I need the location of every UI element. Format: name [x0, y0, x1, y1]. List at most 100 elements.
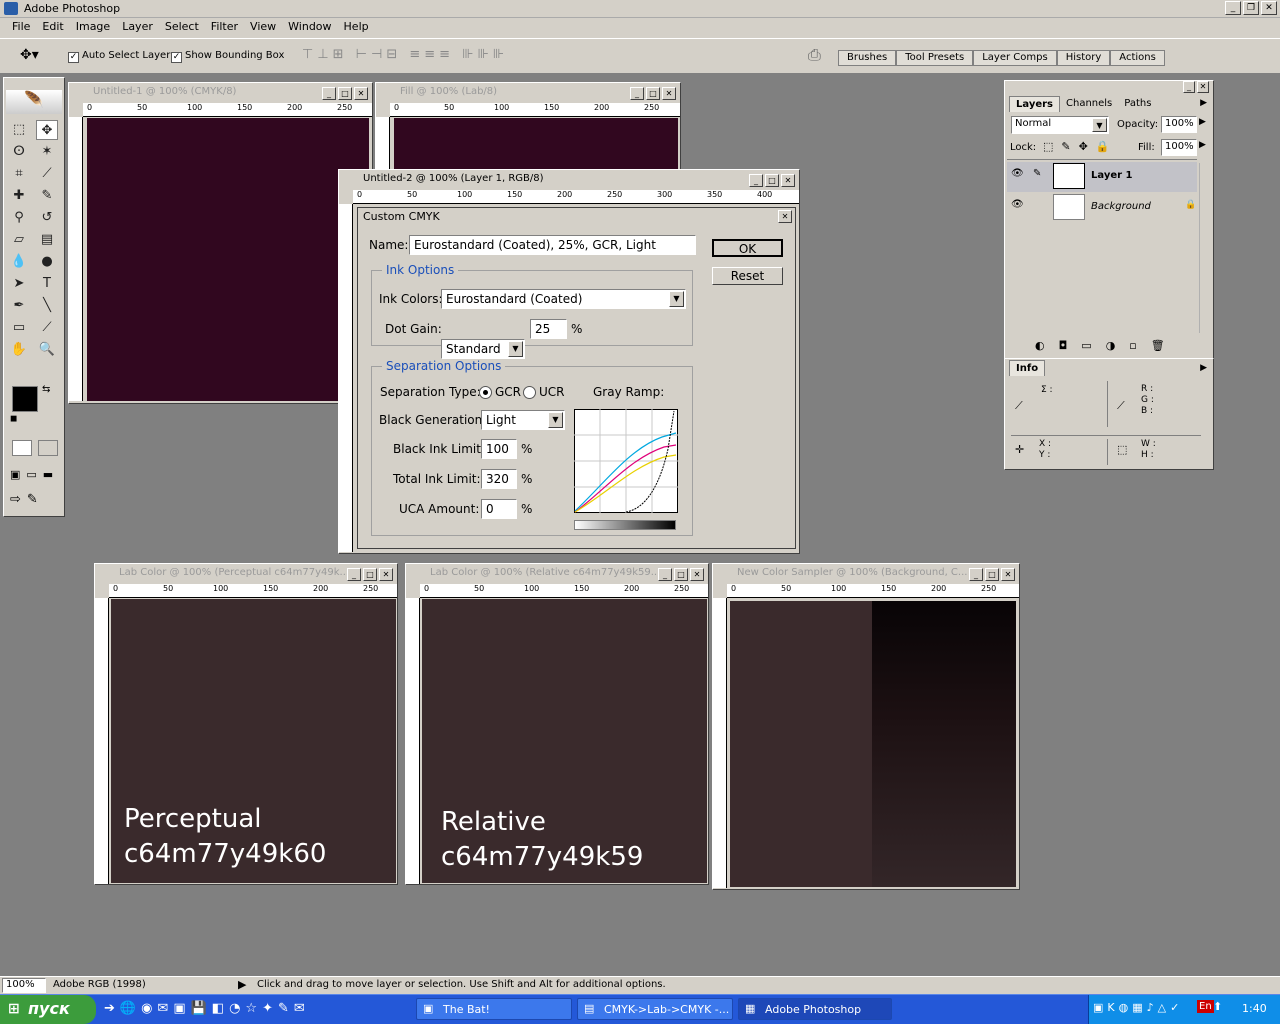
slice-tool-icon[interactable]: ⟋ [36, 164, 58, 184]
panel-close-button[interactable]: ✕ [1197, 81, 1209, 93]
well-tool-presets[interactable]: Tool Presets [896, 50, 974, 66]
healing-brush-icon[interactable]: ✚ [8, 186, 30, 206]
tray-icons[interactable]: ▣K◍▦♪△✓ [1093, 1001, 1183, 1014]
doc-minimize-button[interactable]: _ [322, 87, 336, 100]
ucr-radio[interactable] [523, 386, 536, 399]
doc-perceptual-window[interactable]: Lab Color @ 100% (Perceptual c64m77y49k.… [94, 563, 398, 885]
dialog-close-button[interactable]: ✕ [778, 210, 792, 223]
zoom-input[interactable]: 100% [2, 978, 46, 993]
gradient-tool-icon[interactable]: ▤ [36, 230, 58, 250]
sampler-left-swatch[interactable] [730, 601, 872, 887]
eraser-tool-icon[interactable]: ▱ [8, 230, 30, 250]
brush-tool-icon[interactable]: ✎ [36, 186, 58, 206]
layer-row-layer1[interactable]: 👁 ✎ Layer 1 [1007, 162, 1197, 192]
doc-relative-window[interactable]: Lab Color @ 100% (Relative c64m77y49k59.… [405, 563, 709, 885]
dot-gain-input[interactable]: 25 [530, 319, 567, 339]
pen-tool-icon[interactable]: ✒ [8, 296, 30, 316]
doc-minimize-button[interactable]: _ [630, 87, 644, 100]
move-tool-icon[interactable]: ✥ [36, 120, 58, 140]
doc-minimize-button[interactable]: _ [658, 568, 672, 581]
panel-minimize-button[interactable]: _ [1183, 81, 1195, 93]
taskbar-item-photoshop[interactable]: ▦ Adobe Photoshop [738, 998, 892, 1020]
eyedropper-icon[interactable]: ⟋ [36, 318, 58, 338]
doc-close-button[interactable]: ✕ [690, 568, 704, 581]
menu-layer[interactable]: Layer [116, 18, 159, 38]
hand-tool-icon[interactable]: ✋ [8, 340, 30, 360]
doc-close-button[interactable]: ✕ [379, 568, 393, 581]
tab-layers[interactable]: Layers [1009, 96, 1060, 112]
ink-colors-select[interactable]: Eurostandard (Coated) ▼ [441, 289, 686, 309]
show-bbox-checkbox[interactable]: ✓ [171, 50, 182, 63]
doc-minimize-button[interactable]: _ [749, 174, 763, 187]
name-input[interactable]: Eurostandard (Coated), 25%, GCR, Light [409, 235, 696, 255]
file-browser-icon[interactable]: ⎙ [808, 45, 821, 65]
jump-to-imageready-icon[interactable]: ⇨✎ [10, 492, 44, 507]
doc-maximize-button[interactable]: □ [765, 174, 779, 187]
doc-maximize-button[interactable]: □ [674, 568, 688, 581]
layers-footer-icons[interactable]: ◐◘▭◑▫🗑 [1035, 339, 1179, 352]
eye-icon[interactable]: 👁 [1011, 168, 1024, 179]
brush-link-icon[interactable]: ✎ [1033, 168, 1041, 179]
doc-sampler-window[interactable]: New Color Sampler @ 100% (Background, C.… [712, 563, 1020, 890]
layer-row-background[interactable]: 👁 Background 🔒 [1007, 193, 1197, 223]
menu-image[interactable]: Image [70, 18, 116, 38]
doc-close-button[interactable]: ✕ [354, 87, 368, 100]
blend-mode-select[interactable]: Normal ▼ [1011, 116, 1109, 134]
minimize-button[interactable]: _ [1225, 1, 1241, 15]
lock-icons[interactable]: ⬚✎✥🔒 [1043, 140, 1118, 153]
black-ink-input[interactable]: 100 [481, 439, 517, 459]
close-button[interactable]: ✕ [1261, 1, 1277, 15]
line-tool-icon[interactable]: ╲ [36, 296, 58, 316]
restore-button[interactable]: ❐ [1243, 1, 1259, 15]
eyedropper-icon[interactable]: ⟋ [1117, 399, 1125, 413]
standard-mode-icon[interactable] [12, 440, 32, 456]
language-indicator[interactable]: En [1197, 1000, 1214, 1013]
menu-window[interactable]: Window [282, 18, 337, 38]
doc-untitled2-title[interactable]: Untitled-2 @ 100% (Layer 1, RGB/8) [339, 170, 799, 190]
doc-perceptual-canvas[interactable]: Perceptual c64m77y49k60 [111, 599, 396, 883]
gcr-radio[interactable] [479, 386, 492, 399]
doc-maximize-button[interactable]: □ [338, 87, 352, 100]
doc-close-button[interactable]: ✕ [662, 87, 676, 100]
doc-fill-canvas[interactable] [394, 118, 678, 171]
doc-maximize-button[interactable]: □ [363, 568, 377, 581]
zoom-tool-icon[interactable]: 🔍 [36, 340, 58, 360]
opacity-slider-arrow-icon[interactable]: ▶ [1199, 117, 1206, 127]
tab-paths[interactable]: Paths [1118, 96, 1157, 112]
eye-icon[interactable]: 👁 [1011, 199, 1024, 210]
layers-scrollbar[interactable] [1199, 163, 1211, 333]
doc-untitled1-canvas[interactable] [87, 118, 369, 401]
total-ink-input[interactable]: 320 [481, 469, 517, 489]
foreground-color-swatch[interactable] [12, 386, 38, 412]
menu-help[interactable]: Help [338, 18, 375, 38]
menu-filter[interactable]: Filter [205, 18, 244, 38]
tab-channels[interactable]: Channels [1060, 96, 1118, 112]
reset-button[interactable]: Reset [712, 267, 783, 285]
menu-select[interactable]: Select [159, 18, 205, 38]
swap-colors-icon[interactable]: ⇆ [42, 384, 50, 395]
fill-input[interactable]: 100% [1161, 139, 1197, 156]
doc-untitled1-window[interactable]: Untitled-1 @ 100% (CMYK/8) _ □ ✕ 0 50 100 … [68, 82, 373, 404]
ok-button[interactable]: OK [712, 239, 783, 257]
doc-maximize-button[interactable]: □ [646, 87, 660, 100]
well-brushes[interactable]: Brushes [838, 50, 897, 66]
history-brush-icon[interactable]: ↺ [36, 208, 58, 228]
doc-minimize-button[interactable]: _ [969, 568, 983, 581]
panel-menu-arrow-icon[interactable]: ▶ [1200, 98, 1207, 108]
dodge-tool-icon[interactable]: ● [36, 252, 58, 272]
dot-gain-select[interactable]: Standard ▼ [441, 339, 525, 359]
doc-minimize-button[interactable]: _ [347, 568, 361, 581]
tray-arrow-icon[interactable]: ⬆ [1213, 1000, 1222, 1013]
lasso-tool-icon[interactable]: ⵙ [8, 142, 30, 162]
status-menu-arrow-icon[interactable]: ▶ [238, 978, 246, 991]
type-tool-icon[interactable]: T [36, 274, 58, 294]
uca-input[interactable]: 0 [481, 499, 517, 519]
doc-fill-window[interactable]: Fill @ 100% (Lab/8) _ □ ✕ 0 50 100 150 200… [375, 82, 681, 172]
fill-slider-arrow-icon[interactable]: ▶ [1199, 140, 1206, 150]
taskbar-item-cmyk[interactable]: ▤ CMYK->Lab->CMYK -... [577, 998, 733, 1020]
blur-tool-icon[interactable]: 💧 [8, 252, 30, 272]
panel-menu-arrow-icon[interactable]: ▶ [1200, 363, 1207, 373]
quick-launch-icons[interactable]: ➔🌐◉✉▣💾◧◔☆✦✎✉ [104, 1001, 310, 1016]
menu-view[interactable]: View [244, 18, 282, 38]
tab-info[interactable]: Info [1009, 360, 1046, 376]
